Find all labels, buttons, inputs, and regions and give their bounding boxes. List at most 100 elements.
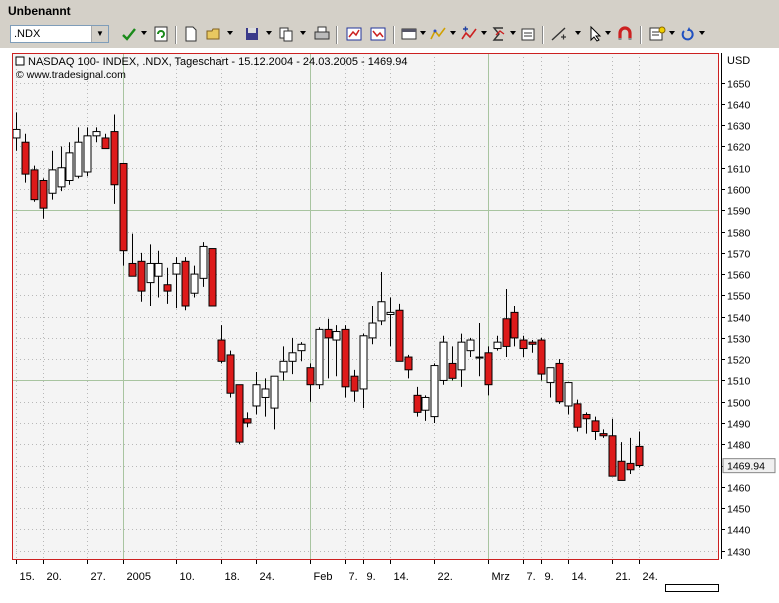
candle (573, 399, 582, 432)
x-tick-label: 24. (260, 571, 275, 583)
toolbar-separator (175, 26, 177, 44)
magnet-icon[interactable] (616, 25, 634, 43)
save-icon[interactable] (243, 25, 261, 43)
x-tick-label: 9. (545, 571, 554, 583)
print-icon[interactable] (313, 25, 331, 43)
candle-body-up (279, 360, 288, 373)
new-document-icon[interactable] (182, 25, 200, 43)
x-tick-label: 15. (20, 571, 35, 583)
candle-body-up (190, 273, 199, 294)
x-tick-label: 20. (47, 571, 62, 583)
x-tick-label: 24. (643, 571, 658, 583)
chart-window-icon[interactable] (400, 25, 418, 43)
candle-body-up (154, 262, 163, 277)
candle (208, 248, 217, 307)
candle-body-down (163, 284, 172, 292)
currency-label: USD (727, 55, 750, 67)
properties-icon[interactable] (519, 25, 537, 43)
x-tick-label: 14. (394, 571, 409, 583)
open-folder-icon[interactable] (205, 25, 223, 43)
candle-body-up (421, 396, 430, 411)
x-tick-label: 2005 (127, 571, 151, 583)
candle-body-down (217, 339, 226, 362)
chart-forward-icon[interactable] (369, 25, 387, 43)
symbol-select-value: .NDX (14, 28, 41, 40)
candle-body-down (635, 445, 644, 467)
candle-body-down (608, 435, 617, 477)
chart-back-icon[interactable] (345, 25, 363, 43)
notes-dropdown-icon[interactable] (669, 31, 675, 35)
check-icon[interactable] (120, 25, 138, 43)
cursor-icon[interactable] (587, 25, 605, 43)
candle (226, 350, 235, 398)
y-tick-label: 1630 (727, 121, 751, 133)
candle-body-down (591, 420, 600, 433)
chart-source: © www.tradesignal.com (16, 69, 126, 81)
copy-dropdown-icon[interactable] (300, 31, 306, 35)
x-tick-label: 7. (349, 571, 358, 583)
y-tick-label: 1480 (727, 440, 751, 452)
sigma-indicator-icon[interactable] (490, 25, 508, 43)
candle-body-down (555, 362, 564, 403)
y-tick-label: 1590 (727, 206, 751, 218)
y-tick-label: 1550 (727, 291, 751, 303)
candle-body-down (39, 180, 48, 209)
x-tick-label: 9. (367, 571, 376, 583)
indicator-dropdown-icon[interactable] (450, 31, 456, 35)
candle (555, 359, 564, 404)
undo-dropdown-icon[interactable] (699, 31, 705, 35)
x-tick-label: 7. (527, 571, 536, 583)
copy-icon[interactable] (277, 25, 295, 43)
candle (439, 335, 448, 385)
candle-body-down (350, 375, 359, 392)
indicator-add-dropdown-icon[interactable] (481, 31, 487, 35)
y-tick-label: 1510 (727, 376, 751, 388)
line-tool-dropdown-icon[interactable] (575, 31, 581, 35)
window-title: Unbenannt (8, 4, 71, 18)
candle-body-down (617, 460, 626, 481)
x-tick-label: 10. (180, 571, 195, 583)
y-tick-label: 1530 (727, 334, 751, 346)
candle-body-up (315, 328, 324, 386)
refresh-icon[interactable] (152, 25, 170, 43)
save-dropdown-icon[interactable] (266, 31, 272, 35)
open-dropdown-icon[interactable] (227, 31, 233, 35)
candle (395, 303, 404, 362)
line-tool-icon[interactable] (550, 25, 568, 43)
cursor-dropdown-icon[interactable] (605, 31, 611, 35)
candle-body-down (21, 141, 30, 175)
chart[interactable]: 1430144014501460147014801490150015101520… (0, 48, 779, 603)
y-tick-label: 1570 (727, 249, 751, 261)
chevron-down-icon[interactable]: ▼ (91, 26, 108, 42)
candle-body-up (57, 167, 66, 188)
candle-body-up (546, 367, 555, 384)
candle (30, 165, 39, 202)
candle-body-up (297, 343, 306, 352)
candle-body-up (252, 384, 261, 407)
x-tick-label: Feb (314, 571, 333, 583)
candle-body-down (119, 162, 128, 252)
y-tick-label: 1440 (727, 525, 751, 537)
candle-body-down (626, 462, 635, 471)
candle-body-down (235, 384, 244, 443)
sigma-dropdown-icon[interactable] (510, 31, 516, 35)
check-dropdown-icon[interactable] (141, 31, 147, 35)
candle-body-up (439, 341, 448, 381)
candle-body-down (502, 318, 511, 347)
chart-window-dropdown-icon[interactable] (420, 31, 426, 35)
toolbar-separator (336, 26, 338, 44)
undo-icon[interactable] (679, 25, 697, 43)
candle-body-up (466, 339, 475, 352)
candle-body-up (261, 388, 270, 398)
symbol-select[interactable]: .NDX ▼ (10, 25, 109, 43)
indicator-add-icon[interactable] (460, 25, 478, 43)
horizontal-scrollbar[interactable] (665, 584, 719, 592)
last-price-label: 1469.94 (727, 461, 765, 473)
candle-body-up (199, 245, 208, 279)
notes-icon[interactable] (648, 25, 666, 43)
y-tick-label: 1520 (727, 355, 751, 367)
candle-body-down (413, 394, 422, 413)
candle-body-up (83, 135, 92, 173)
candle-body-up (270, 375, 279, 409)
indicator-icon[interactable] (429, 25, 447, 43)
